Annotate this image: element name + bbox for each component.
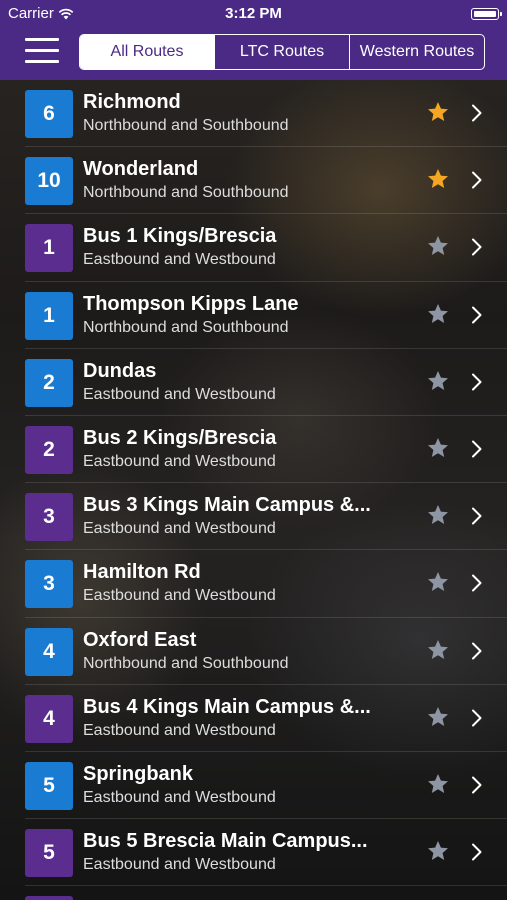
route-number-badge: 5 [25,829,73,878]
star-icon[interactable] [426,705,450,729]
route-title: Bus 3 Kings Main Campus &... [83,494,371,517]
route-direction: Eastbound and Westbound [83,587,276,605]
route-number-badge: 3 [25,493,73,542]
route-row[interactable]: 1 Bus 1 Kings/Brescia Eastbound and Westbo… [25,214,507,282]
chevron-right-icon [472,642,482,659]
route-title: Bus 5 Brescia Main Campus... [83,830,368,853]
chevron-right-icon [472,574,482,592]
route-direction: Eastbound and Westbound [83,788,276,806]
star-icon[interactable] [426,772,450,796]
route-row-partial[interactable] [25,886,507,900]
route-direction: Northbound and Southbound [83,117,289,134]
route-direction: Eastbound and Westbound [83,721,276,739]
chevron-right-icon [472,709,482,727]
battery-icon [471,8,502,20]
route-title: Richmond [83,91,181,113]
tab-ltc-routes[interactable]: LTC Routes [214,35,349,69]
route-title: Bus 4 Kings Main Campus &... [83,695,371,718]
route-row[interactable]: 5 Bus 5 Brescia Main Campus... Eastbound a… [25,819,507,887]
route-number-badge: 2 [25,358,73,407]
tab-all-routes[interactable]: All Routes [80,35,214,69]
chevron-right-icon [472,440,482,458]
route-title: Wonderland [83,158,199,181]
route-row[interactable]: 1 Thompson Kipps Lane Northbound and South… [25,282,507,349]
route-number-badge: 4 [25,694,73,743]
status-bar: Carrier 3:12 PM [0,0,507,28]
route-row[interactable]: 3 Hamilton Rd Eastbound and Westbound [25,550,507,618]
route-direction: Eastbound and Westbound [83,385,276,403]
route-row[interactable]: 2 Dundas Eastbound and Westbound [25,349,507,416]
route-direction: Northbound and Southbound [83,654,289,672]
route-number-badge: 3 [25,560,73,609]
route-direction: Northbound and Southbound [83,318,289,336]
chevron-right-icon [472,843,482,861]
nav-bar: All Routes LTC Routes Western Routes [0,28,507,80]
chevron-right-icon [472,776,482,794]
favorite-star-icon[interactable] [426,167,450,191]
route-title: Hamilton Rd [83,561,201,584]
star-icon[interactable] [426,234,450,258]
route-list: 6 Richmond Northbound and Southbound 10 Wond… [0,80,507,900]
route-title: Oxford East [83,628,197,651]
route-row[interactable]: 4 Oxford East Northbound and Southbound [25,618,507,685]
route-number-badge [25,896,73,900]
star-icon[interactable] [426,839,450,863]
route-direction: Northbound and Southbound [83,184,289,202]
star-icon[interactable] [426,638,450,662]
route-direction: Eastbound and Westbound [83,856,276,874]
route-number-badge: 1 [25,291,73,340]
route-number-badge: 10 [25,157,73,206]
tab-western-routes[interactable]: Western Routes [349,35,484,69]
route-title: Bus 1 Kings/Brescia [83,225,277,248]
route-row[interactable]: 3 Bus 3 Kings Main Campus &... Eastbound a… [25,483,507,551]
route-direction: Eastbound and Westbound [83,251,276,269]
chevron-right-icon [472,373,482,391]
route-direction: Eastbound and Westbound [83,520,276,538]
chevron-right-icon [472,171,482,189]
route-row[interactable]: 5 Springbank Eastbound and Westbound [25,752,507,820]
star-icon[interactable] [426,302,450,326]
route-direction: Eastbound and Westbound [83,452,276,470]
chevron-right-icon [472,104,482,122]
route-title: Springbank [83,762,194,785]
chevron-right-icon [472,306,482,324]
app-header: Carrier 3:12 PM All Routes LTC Routes We… [0,0,507,80]
star-icon[interactable] [426,369,450,393]
star-icon[interactable] [426,570,450,594]
chevron-right-icon [472,507,482,525]
route-number-badge: 4 [25,627,73,676]
route-title: Thompson Kipps Lane [83,292,299,315]
star-icon[interactable] [426,436,450,460]
status-time: 3:12 PM [225,5,282,22]
chevron-right-icon [472,238,482,256]
favorite-star-icon[interactable] [426,100,450,124]
route-number-badge: 1 [25,224,73,273]
route-row[interactable]: 6 Richmond Northbound and Southbound [25,80,507,148]
route-title: Bus 2 Kings/Brescia [83,426,277,449]
route-title: Dundas [83,359,157,382]
route-number-badge: 5 [25,761,73,810]
star-icon[interactable] [426,503,450,527]
route-filter-segmented-control: All Routes LTC Routes Western Routes [79,34,485,70]
menu-icon[interactable] [25,36,59,66]
route-row[interactable]: 10 Wonderland Northbound and Southbound [25,147,507,215]
route-number-badge: 2 [25,425,73,474]
route-number-badge: 6 [25,90,73,138]
route-row[interactable]: 2 Bus 2 Kings/Brescia Eastbound and Westbo… [25,416,507,484]
route-row[interactable]: 4 Bus 4 Kings Main Campus &... Eastbound a… [25,685,507,752]
